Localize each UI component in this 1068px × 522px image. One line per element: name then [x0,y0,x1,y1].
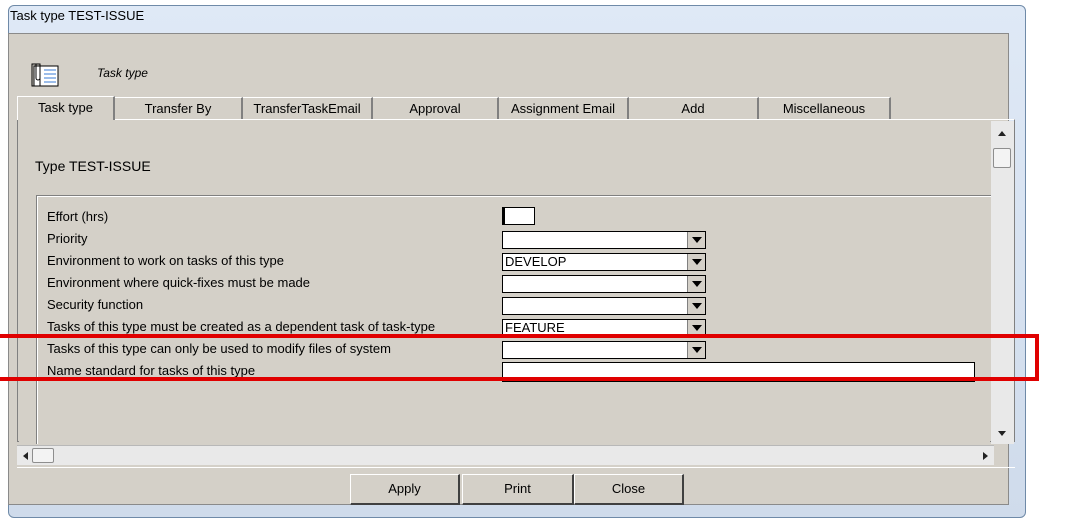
chevron-down-icon[interactable] [687,254,705,270]
page: Task type TEST-ISSUE Task type Task type… [0,0,1068,522]
horizontal-scroll-thumb[interactable] [32,448,54,463]
label-environment-quickfix: Environment where quick-fixes must be ma… [47,275,311,290]
tab-transfer-task-email[interactable]: TransferTaskEmail [243,97,373,119]
task-icon [30,62,62,88]
tab-task-type[interactable]: Task type [17,96,115,120]
priority-select[interactable] [502,231,706,249]
highlight-box [0,334,1039,381]
tab-add[interactable]: Add [629,97,759,119]
chevron-down-icon[interactable] [687,276,705,292]
dependent-task-type-value: FEATURE [505,320,565,335]
header-label: Task type [97,66,148,80]
type-label: Type TEST-ISSUE [35,158,151,174]
environment-work-select[interactable]: DEVELOP [502,253,706,271]
label-priority: Priority [47,231,88,246]
tab-assignment-email[interactable]: Assignment Email [499,97,629,119]
vertical-scroll-thumb[interactable] [993,148,1011,168]
tab-approval[interactable]: Approval [373,97,499,119]
scroll-down-icon[interactable] [998,431,1006,436]
environment-work-value: DEVELOP [505,254,567,269]
horizontal-scrollbar[interactable] [17,445,994,465]
scroll-left-icon[interactable] [23,452,28,460]
effort-field[interactable] [502,207,535,225]
security-function-select[interactable] [502,297,706,315]
environment-quickfix-select[interactable] [502,275,706,293]
scroll-up-icon[interactable] [998,131,1006,136]
button-separator [17,467,1015,468]
window-title: Task type TEST-ISSUE [10,8,145,23]
chevron-down-icon[interactable] [687,232,705,248]
close-button[interactable]: Close [574,474,684,505]
tab-miscellaneous[interactable]: Miscellaneous [759,97,891,119]
chevron-down-icon[interactable] [687,298,705,314]
scroll-right-icon[interactable] [983,452,988,460]
apply-button[interactable]: Apply [350,474,460,505]
tab-transfer-by[interactable]: Transfer By [115,97,243,119]
vertical-scrollbar[interactable] [991,121,1014,444]
print-button[interactable]: Print [462,474,574,505]
label-environment-work: Environment to work on tasks of this typ… [47,253,284,268]
label-security-function: Security function [47,297,144,312]
label-dependent-task-type: Tasks of this type must be created as a … [47,319,436,334]
label-effort: Effort (hrs) [47,209,109,224]
